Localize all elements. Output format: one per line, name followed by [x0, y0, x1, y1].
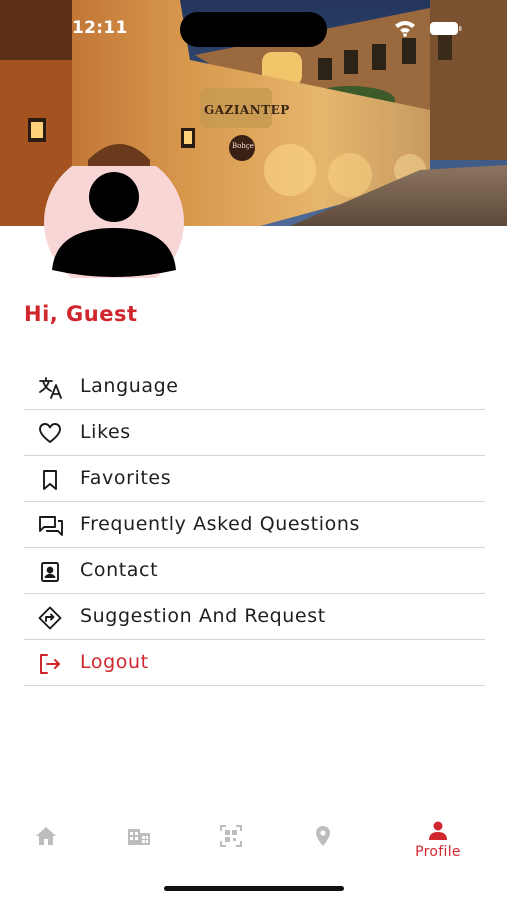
bottom-navigation: Profile: [0, 812, 507, 872]
person-icon: [429, 821, 447, 840]
directions-icon: [38, 606, 62, 630]
location-pin-icon: [316, 826, 330, 846]
bookmark-icon: [38, 468, 62, 492]
dynamic-island: [180, 12, 327, 47]
menu-item-favorites[interactable]: Favorites: [24, 456, 485, 502]
nav-places-button[interactable]: [119, 824, 159, 854]
nav-profile-button[interactable]: Profile: [398, 820, 478, 866]
menu-label: Likes: [80, 421, 131, 443]
menu-item-likes[interactable]: Likes: [24, 410, 485, 456]
qr-scan-icon: [220, 825, 242, 847]
building-icon: [128, 829, 150, 845]
nav-home-button[interactable]: [26, 824, 66, 854]
menu-item-language[interactable]: Language: [24, 364, 485, 410]
sign-small-text: Bohçe: [232, 142, 254, 150]
menu-item-suggestion[interactable]: Suggestion And Request: [24, 594, 485, 640]
nav-map-button[interactable]: [303, 824, 343, 854]
translate-icon: [38, 376, 62, 400]
sign-text: GAZIANTEP: [204, 103, 290, 117]
menu-label: Contact: [80, 559, 159, 581]
logout-icon: [38, 652, 62, 676]
profile-menu: Language Likes Favorites Frequently Aske…: [24, 364, 485, 686]
contact-card-icon: [38, 560, 62, 584]
menu-item-faq[interactable]: Frequently Asked Questions: [24, 502, 485, 548]
battery-icon: [430, 22, 462, 35]
wifi-icon: [395, 21, 415, 37]
menu-item-contact[interactable]: Contact: [24, 548, 485, 594]
greeting-text: Hi, Guest: [24, 302, 138, 326]
avatar[interactable]: [44, 166, 184, 278]
chat-icon: [38, 514, 63, 538]
status-icons: [392, 18, 472, 38]
menu-item-logout[interactable]: Logout: [24, 640, 485, 686]
menu-label: Frequently Asked Questions: [80, 513, 360, 535]
heart-icon: [38, 422, 62, 446]
menu-label: Favorites: [80, 467, 172, 489]
home-indicator: [164, 886, 344, 891]
menu-label: Logout: [80, 651, 149, 673]
home-icon: [36, 827, 56, 845]
menu-label: Language: [80, 375, 179, 397]
menu-label: Suggestion And Request: [80, 605, 326, 627]
nav-qr-button[interactable]: [211, 824, 251, 854]
status-time: 12:11: [72, 18, 128, 38]
nav-profile-label: Profile: [415, 844, 461, 860]
